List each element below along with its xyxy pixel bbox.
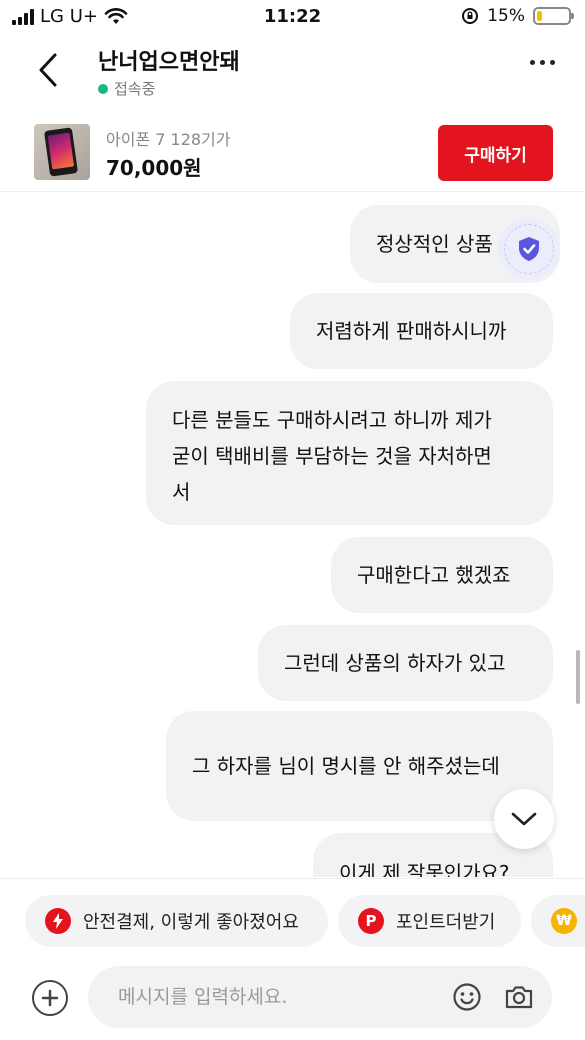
- status-right: 15%: [461, 6, 574, 26]
- more-options-button[interactable]: [530, 60, 555, 65]
- scroll-to-bottom-button[interactable]: [494, 789, 554, 849]
- online-status: 접속중: [98, 78, 155, 99]
- battery-percent: 15%: [487, 6, 525, 26]
- online-dot-icon: [98, 83, 108, 94]
- quick-action-chips: 안전결제, 이렇게 좋아졌어요 P 포인트더받기 ₩: [0, 878, 585, 962]
- chat-messages[interactable]: 정상적인 상품 저렴하게 판매하시니까 다른 분들도 구매하시려고 하니까 제가…: [0, 193, 585, 877]
- scrollbar-thumb[interactable]: [576, 650, 580, 704]
- safety-shield-button[interactable]: [498, 218, 560, 280]
- won-coin-icon: ₩: [551, 908, 577, 934]
- chat-partner-name: 난너업으면안돼: [98, 50, 240, 75]
- product-bar: 아이폰 7 128기가 70,000원 구매하기: [0, 114, 585, 192]
- chevron-left-icon: [39, 53, 57, 87]
- message-text: 그 하자를 님이 명시를 안 해주셨는데: [192, 754, 500, 778]
- emoji-icon[interactable]: [452, 982, 482, 1012]
- chip-point[interactable]: P 포인트더받기: [338, 895, 521, 947]
- chevron-down-icon: [511, 812, 537, 826]
- message-text-line: 다른 분들도 구매하시려고 하니까 제가: [172, 408, 492, 432]
- buy-button[interactable]: 구매하기: [438, 125, 553, 181]
- message-bubble: 저렴하게 판매하시니까: [290, 293, 553, 369]
- product-price: 70,000원: [106, 156, 202, 180]
- chip-label: 포인트더받기: [396, 912, 496, 933]
- plus-icon: [41, 989, 59, 1007]
- message-bubble: 그런데 상품의 하자가 있고: [258, 625, 553, 701]
- message-bubble: 다른 분들도 구매하시려고 하니까 제가 굳이 택배비를 부담하는 것을 자처하…: [146, 381, 553, 525]
- message-text: 그런데 상품의 하자가 있고: [284, 651, 506, 675]
- online-status-label: 접속중: [114, 80, 156, 98]
- camera-icon[interactable]: [504, 982, 534, 1012]
- message-text-line: 굳이 택배비를 부담하는 것을 자처하면: [172, 444, 492, 468]
- message-text: 이게 제 잘못인가요?: [339, 861, 510, 877]
- orientation-lock-icon: [462, 8, 479, 24]
- battery-icon: [533, 7, 574, 25]
- chip-label: 안전결제, 이렇게 좋아졌어요: [83, 912, 299, 933]
- lightning-icon: [45, 908, 71, 934]
- add-attachment-button[interactable]: [32, 980, 68, 1016]
- message-bubble: 그 하자를 님이 명시를 안 해주셨는데: [166, 711, 553, 821]
- shield-check-icon: [519, 237, 539, 261]
- message-input-bar: [0, 962, 585, 1040]
- product-thumbnail[interactable]: [34, 124, 90, 180]
- chip-safe-payment[interactable]: 안전결제, 이렇게 좋아졌어요: [25, 895, 328, 947]
- message-text: 정상적인 상품: [376, 232, 493, 256]
- back-button[interactable]: [30, 48, 66, 92]
- chip-won-coin[interactable]: ₩: [531, 895, 585, 947]
- message-bubble: 구매한다고 했겠죠: [331, 537, 553, 613]
- point-p-icon: P: [358, 908, 384, 934]
- message-text: 저렴하게 판매하시니까: [316, 319, 507, 343]
- chat-header: 난너업으면안돼 접속중: [0, 34, 585, 114]
- message-text: 구매한다고 했겠죠: [357, 563, 511, 587]
- status-bar: LG U+ 11:22 15%: [0, 0, 585, 34]
- product-name: 아이폰 7 128기가: [106, 130, 231, 149]
- message-input[interactable]: [88, 966, 552, 1028]
- message-text-line: 서: [172, 480, 191, 504]
